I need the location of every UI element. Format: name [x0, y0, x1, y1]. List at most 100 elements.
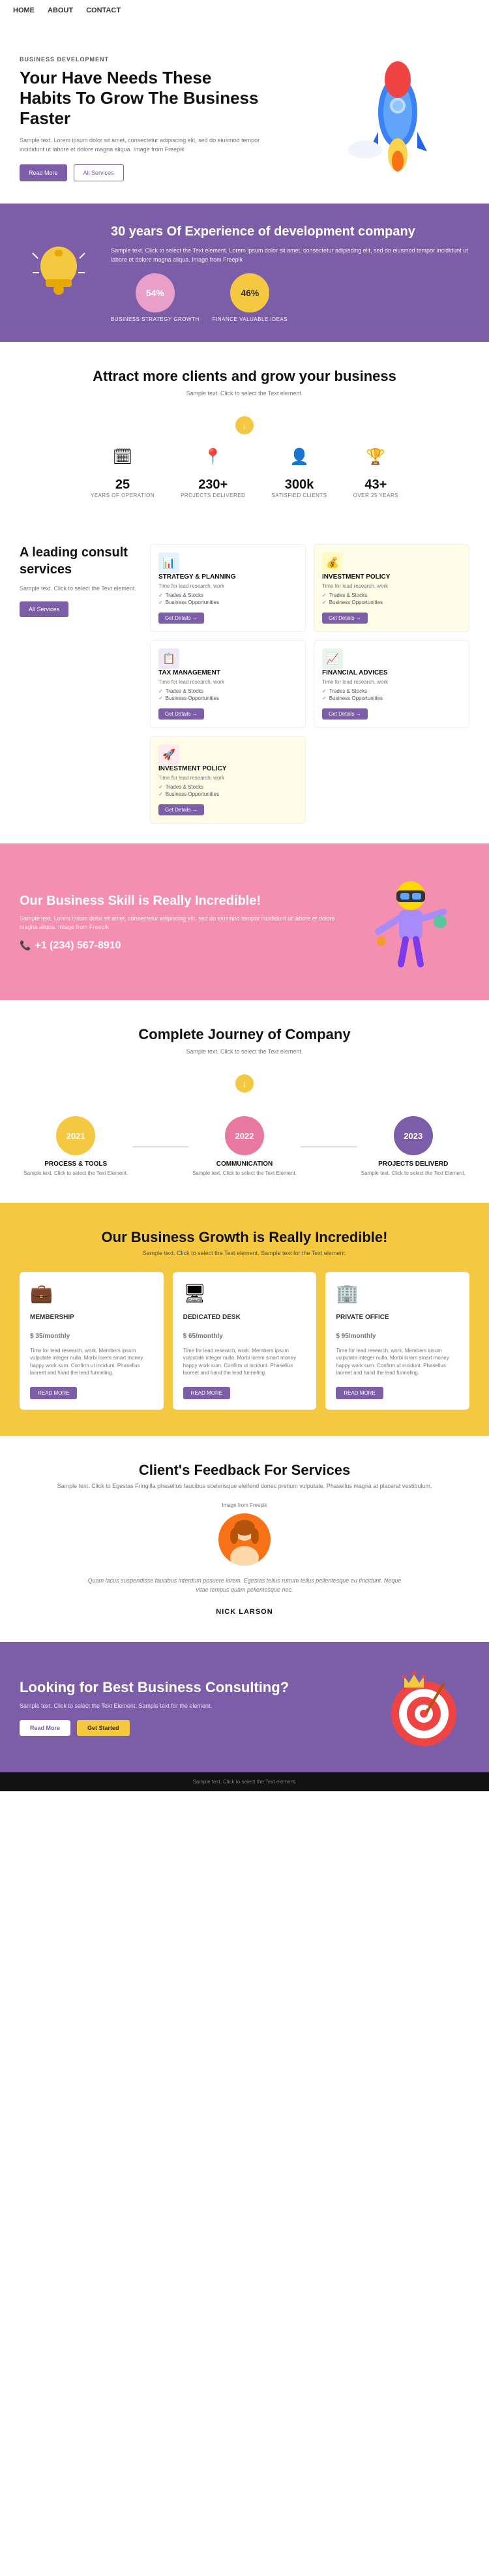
clients-icon: 👤 — [286, 447, 312, 474]
footer-cta-buttons: Read More Get Started — [20, 1720, 378, 1736]
strategy-detail-button[interactable]: Get Details → — [158, 613, 204, 624]
desk-title: DEDICATED DESK — [183, 1314, 306, 1321]
pricing-grid: 💼 MEMBERSHIP $ 35/monthly Time for lead … — [20, 1272, 469, 1410]
desk-price-value: $ 65 — [183, 1333, 196, 1340]
step1-desc: Sample text. Click to select the Text El… — [20, 1170, 132, 1177]
timeline-step-1: 2021 PROCESS & TOOLS Sample text. Click … — [20, 1116, 132, 1177]
footer-cta-content: Looking for Best Business Consulting? Sa… — [20, 1678, 378, 1736]
nav-home[interactable]: HOME — [13, 7, 35, 14]
financial-item-2: Business Opportunities — [322, 695, 461, 702]
stat-finance: 46% FINANCE VALUABLE IDEAS — [213, 273, 288, 322]
office-title: PRIVATE OFFICE — [336, 1314, 459, 1321]
hero-description: Sample text. Lorem ipsum dolor sit amet,… — [20, 136, 267, 154]
cta-headline: Our Business Skill is Really Incredible! — [20, 892, 352, 909]
financial-list: Trades & Stocks Business Opportunities — [322, 688, 461, 702]
services-heading: A leading consult services — [20, 544, 137, 578]
experience-headline: 30 years Of Experience of development co… — [111, 223, 469, 240]
timeline-line-1 — [132, 1146, 188, 1147]
footer-target-image — [378, 1661, 469, 1753]
testimonial-description: Sample text. Click to Egestas Fringilla … — [20, 1483, 469, 1489]
services-description: Sample text. Click to select the Text el… — [20, 584, 137, 594]
years-value: 25 — [91, 477, 155, 492]
office-icon: 🏢 — [336, 1282, 362, 1309]
experience-content: 30 years Of Experience of development co… — [111, 223, 469, 322]
all-services-button[interactable]: All Services — [20, 601, 68, 617]
step2-desc: Sample text. Click to select the Text El… — [188, 1170, 301, 1177]
hero-rocket-image — [326, 47, 469, 190]
testimonial-name: NICK LARSON — [20, 1608, 469, 1616]
journey-description: Sample text. Click to select the Text el… — [20, 1048, 469, 1055]
tax-desc: Time for lead research, work — [158, 679, 297, 685]
step1-circle: 2021 — [56, 1116, 95, 1155]
desk-period: /monthly — [196, 1333, 223, 1340]
phone-number: +1 (234) 567-8910 — [35, 940, 121, 952]
hero-tag: BUSINESS DEVELOPMENT — [20, 56, 267, 63]
projects-label: PROJECTS DELIVERED — [181, 492, 245, 498]
investment-item-1: Trades & Stocks — [322, 592, 461, 599]
pricing-section: Our Business Growth is Really Incredible… — [0, 1203, 489, 1436]
desk-read-button[interactable]: READ MORE — [183, 1387, 230, 1399]
step3-circle: 2023 — [394, 1116, 433, 1155]
tax-detail-button[interactable]: Get Details → — [158, 708, 204, 720]
journey-section: Complete Journey of Company Sample text.… — [0, 1000, 489, 1203]
footer-cta-description: Sample text. Click to select the Text El… — [20, 1702, 378, 1711]
services-grid: 📊 STRATEGY & PLANNING Time for lead rese… — [150, 544, 469, 824]
attract-headline: Attract more clients and grow your busin… — [20, 368, 469, 385]
investment-desc: Time for lead research, work — [322, 583, 461, 589]
investment-title: INVESTMENT POLICY — [322, 573, 461, 581]
financial-item-1: Trades & Stocks — [322, 688, 461, 695]
pricing-headline: Our Business Growth is Really Incredible… — [20, 1229, 469, 1246]
clients-value: 300k — [271, 477, 327, 492]
financial-detail-button[interactable]: Get Details → — [322, 708, 368, 720]
strategy-desc: Time for lead research, work — [158, 583, 297, 589]
years-label: YEARS OF OPERATION — [91, 492, 155, 498]
cta-description: Sample text. Lorem ipsum dolor sit amet,… — [20, 915, 352, 932]
step3-title: PROJECTS DELIVERD — [357, 1160, 470, 1168]
office-read-button[interactable]: READ MORE — [336, 1387, 383, 1399]
footer-bar: Sample text. Click to select the Text el… — [0, 1772, 489, 1791]
experience-icon: 🏆 — [363, 447, 389, 474]
investment2-detail-button[interactable]: Get Details → — [158, 804, 204, 815]
stat-strategy: 54% BUSINESS STRATEGY GROWTH — [111, 273, 200, 322]
clients-label: SATISFIED CLIENTS — [271, 492, 327, 498]
timeline-step-2: 2022 COMMUNICATION Sample text. Click to… — [188, 1116, 301, 1177]
strategy-item-2: Business Opportunities — [158, 599, 297, 606]
journey-headline: Complete Journey of Company — [20, 1026, 469, 1043]
step2-title: COMMUNICATION — [188, 1160, 301, 1168]
membership-period: /monthly — [42, 1333, 70, 1340]
hero-buttons: Read More All Services — [20, 164, 267, 181]
footer-cta-section: Looking for Best Business Consulting? Sa… — [0, 1642, 489, 1772]
attract-section: Attract more clients and grow your busin… — [0, 342, 489, 524]
investment2-icon: 🚀 — [158, 744, 179, 765]
hero-read-more-button[interactable]: Read More — [20, 164, 67, 181]
footer-read-more-button[interactable]: Read More — [20, 1720, 70, 1736]
navigation: HOME ABOUT CONTACT — [0, 0, 489, 21]
investment-item-2: Business Opportunities — [322, 599, 461, 606]
testimonial-quote: Quam lacus suspendisse faucibus interdum… — [82, 1576, 408, 1595]
numbers-row: 🗓 25 YEARS OF OPERATION 📍 230+ PROJECTS … — [20, 447, 469, 498]
nav-contact[interactable]: CONTACT — [86, 7, 121, 14]
testimonial-section: Client's Feedback For Services Sample te… — [0, 1436, 489, 1642]
pricing-office: 🏢 PRIVATE OFFICE $ 95/monthly Time for l… — [325, 1272, 469, 1410]
financial-title: FINANCIAL ADVICES — [322, 669, 461, 676]
investment2-item-2: Business Opportunities — [158, 791, 297, 798]
hero-all-services-button[interactable]: All Services — [74, 164, 124, 181]
stat-finance-circle: 46% — [230, 273, 269, 312]
hero-headline: Your Have Needs These Habits To Grow The… — [20, 68, 267, 129]
timeline-step-3: 2023 PROJECTS DELIVERD Sample text. Clic… — [357, 1116, 470, 1177]
membership-read-button[interactable]: READ MORE — [30, 1387, 77, 1399]
investment2-title: INVESTMENT POLICY — [158, 765, 297, 772]
service-card-investment2: 🚀 INVESTMENT POLICY Time for lead resear… — [150, 736, 306, 824]
stat-finance-label: FINANCE VALUABLE IDEAS — [213, 316, 288, 322]
step2-circle: 2022 — [225, 1116, 264, 1155]
footer-cta-headline: Looking for Best Business Consulting? — [20, 1678, 378, 1697]
bell-image — [20, 234, 98, 312]
number-years: 🗓 25 YEARS OF OPERATION — [91, 447, 155, 498]
nav-about[interactable]: ABOUT — [48, 7, 73, 14]
membership-price-value: $ 35 — [30, 1333, 42, 1340]
membership-title: MEMBERSHIP — [30, 1314, 153, 1321]
footer-get-started-button[interactable]: Get Started — [77, 1720, 130, 1736]
journey-arrow-circle: ↓ — [235, 1074, 254, 1093]
investment-detail-button[interactable]: Get Details → — [322, 613, 368, 624]
service-card-financial: 📈 FINANCIAL ADVICES Time for lead resear… — [314, 640, 469, 728]
